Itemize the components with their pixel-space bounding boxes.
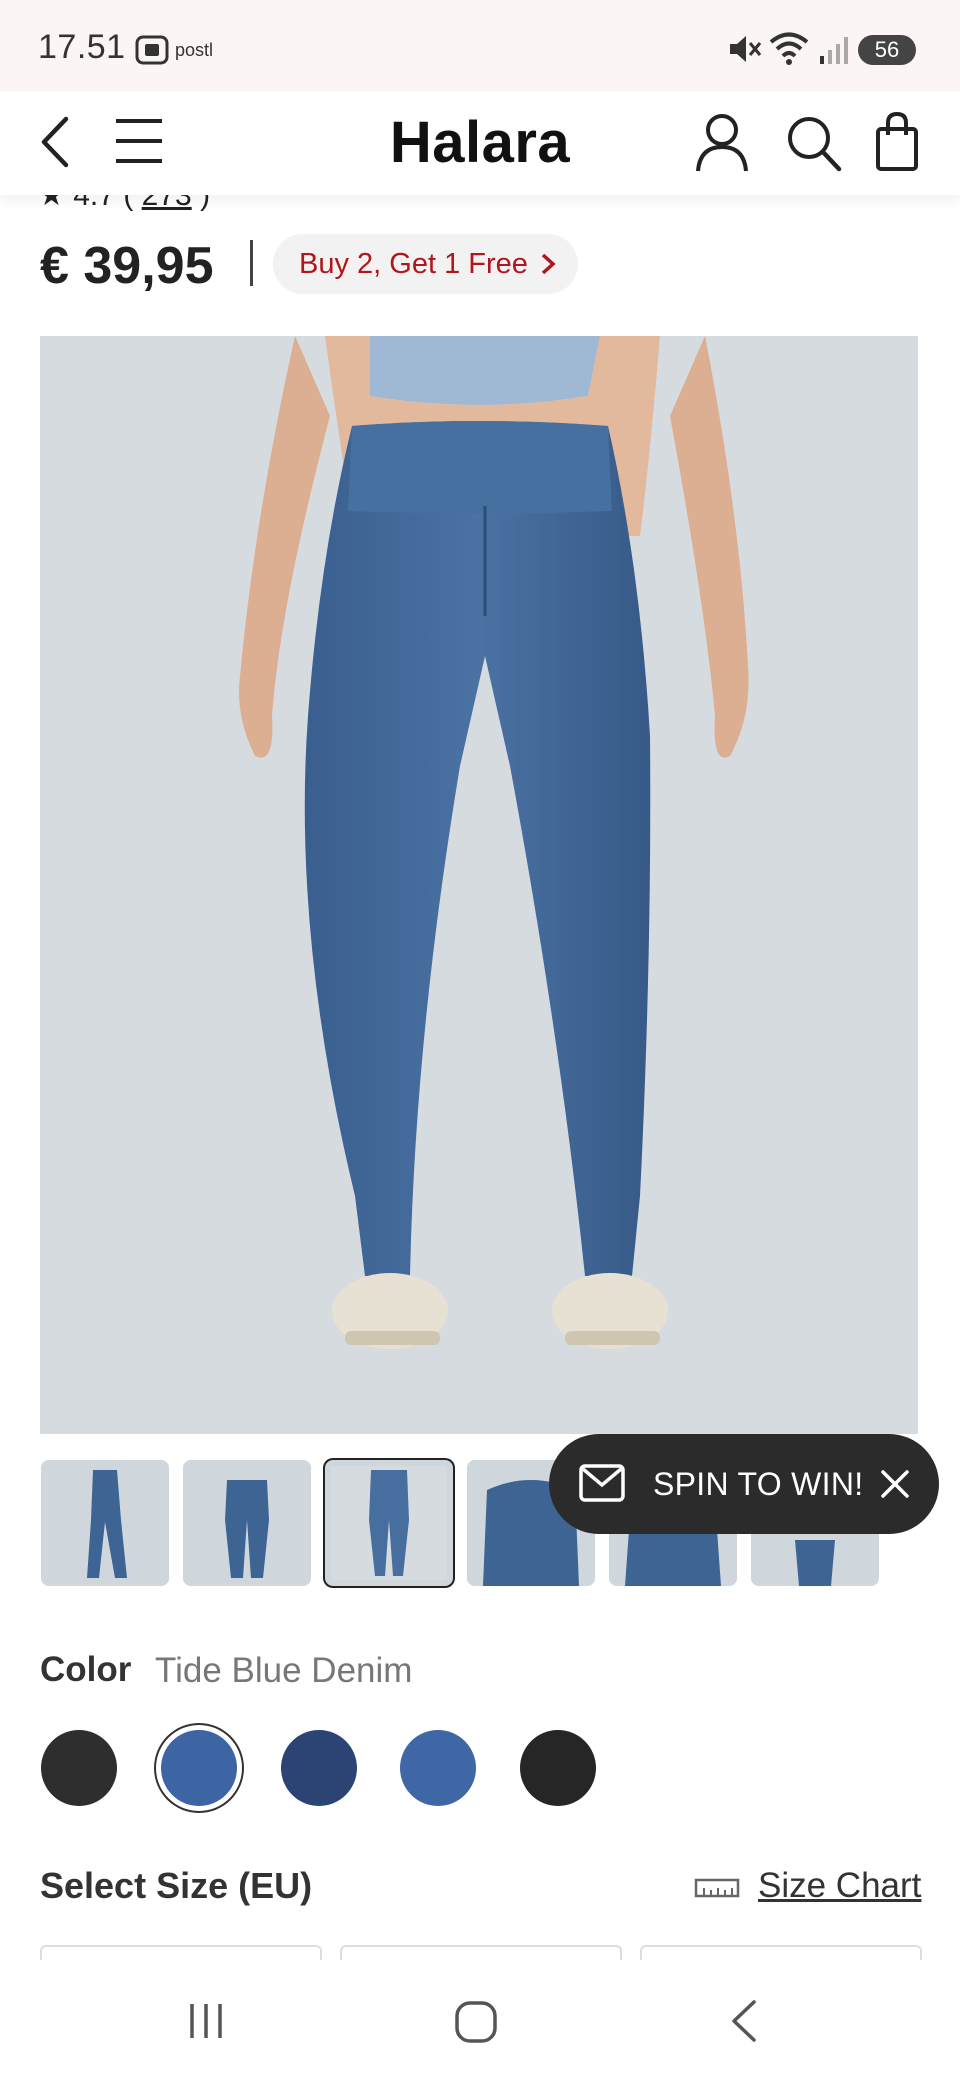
color-value: Tide Blue Denim — [155, 1651, 413, 1690]
screenshot-icon — [135, 35, 169, 65]
promo-label: Buy 2, Get 1 Free — [299, 248, 528, 280]
home-icon[interactable] — [454, 2000, 498, 2044]
color-swatch-3[interactable] — [281, 1730, 357, 1806]
product-price: € 39,95 — [40, 237, 214, 295]
wifi-icon — [769, 32, 809, 65]
spin-to-win-banner[interactable]: SPIN TO WIN! — [549, 1434, 939, 1534]
close-icon[interactable] — [879, 1468, 911, 1500]
system-nav-bar — [0, 1960, 960, 2080]
product-main-image[interactable] — [40, 336, 918, 1434]
thumbnail-3-selected[interactable] — [325, 1460, 453, 1586]
shopping-bag-icon[interactable] — [874, 111, 920, 173]
size-label: Select Size (EU) — [40, 1865, 313, 1906]
thumbnail-photo — [41, 1460, 169, 1586]
price-divider — [250, 240, 253, 286]
spin-to-win-label: SPIN TO WIN! — [653, 1466, 864, 1502]
thumbnail-photo — [183, 1460, 311, 1586]
mute-icon — [730, 36, 762, 62]
chevron-right-icon — [541, 253, 556, 275]
battery-indicator: 56 — [858, 35, 916, 65]
thumbnail-2[interactable] — [183, 1460, 311, 1586]
ruler-icon — [694, 1878, 740, 1898]
color-label: Color — [40, 1650, 132, 1689]
mail-icon — [579, 1464, 625, 1502]
color-swatch-2-selected[interactable] — [161, 1730, 237, 1806]
size-chart-link[interactable]: Size Chart — [758, 1866, 921, 1906]
product-photo — [40, 336, 918, 1434]
thumbnail-1[interactable] — [41, 1460, 169, 1586]
nav-back-icon[interactable] — [728, 1998, 760, 2044]
thumbnail-photo — [331, 1466, 447, 1580]
color-swatch-1[interactable] — [41, 1730, 117, 1806]
status-bar: 17.51 postl 56 — [0, 0, 960, 91]
promo-pill[interactable]: Buy 2, Get 1 Free — [273, 234, 578, 294]
status-app-label: postl — [175, 40, 214, 60]
recent-apps-icon[interactable] — [186, 2000, 228, 2042]
color-swatch-4[interactable] — [400, 1730, 476, 1806]
signal-icon — [820, 37, 848, 64]
site-header: Halara — [0, 91, 960, 195]
color-swatch-5[interactable] — [520, 1730, 596, 1806]
status-time: 17.51 — [38, 28, 126, 66]
search-icon[interactable] — [786, 115, 842, 173]
account-icon[interactable] — [694, 113, 750, 173]
